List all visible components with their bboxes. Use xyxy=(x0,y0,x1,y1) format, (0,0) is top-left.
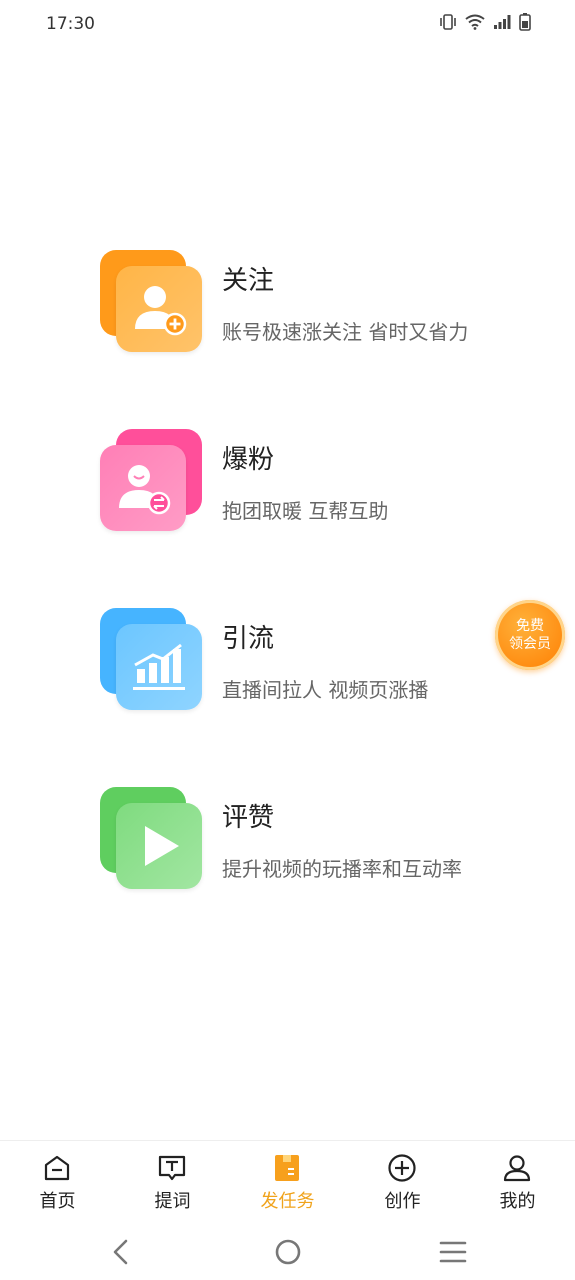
task-title: 关注 xyxy=(222,266,275,296)
tab-label: 首页 xyxy=(39,1191,76,1212)
task-title: 引流 xyxy=(222,624,275,654)
task-description: 提升视频的玩播率和互动率 xyxy=(222,857,462,881)
vibrate-icon xyxy=(440,14,456,30)
teleprompter-icon xyxy=(158,1155,186,1181)
task-description: 直播间拉人 视频页涨播 xyxy=(222,678,429,702)
task-description: 抱团取暖 互帮互助 xyxy=(222,499,389,523)
task-follow[interactable]: 关注 账号极速涨关注 省时又省力 xyxy=(100,250,540,355)
bottom-tab-bar: 首页 提词 发任务 创作 我的 xyxy=(0,1140,575,1225)
user-exchange-icon xyxy=(119,465,171,515)
tab-home[interactable]: 首页 xyxy=(0,1141,115,1225)
play-icon xyxy=(145,826,179,866)
user-plus-icon xyxy=(135,286,187,336)
wifi-icon xyxy=(465,14,485,30)
home-nav-icon[interactable] xyxy=(268,1234,308,1270)
tab-profile[interactable]: 我的 xyxy=(460,1141,575,1225)
vip-badge-line1: 免费 xyxy=(516,618,544,634)
tab-label: 发任务 xyxy=(260,1191,315,1212)
status-bar: 17:30 xyxy=(0,0,575,48)
tab-publish-task[interactable]: 发任务 xyxy=(230,1141,345,1225)
vip-badge-line2: 领会员 xyxy=(509,636,551,652)
back-icon[interactable] xyxy=(102,1234,142,1270)
plus-circle-icon xyxy=(388,1154,416,1182)
tab-teleprompter[interactable]: 提词 xyxy=(115,1141,230,1225)
status-icons xyxy=(439,13,531,31)
fans-task-icon xyxy=(100,429,205,534)
tab-label: 创作 xyxy=(384,1191,421,1212)
profile-icon xyxy=(503,1155,531,1182)
task-title: 爆粉 xyxy=(222,445,275,475)
menu-icon[interactable] xyxy=(433,1234,473,1270)
signal-icon xyxy=(494,15,511,29)
task-fans[interactable]: 爆粉 抱团取暖 互帮互助 xyxy=(100,429,540,534)
chart-growth-icon xyxy=(133,643,185,690)
like-task-icon xyxy=(100,787,205,892)
tab-create[interactable]: 创作 xyxy=(345,1141,460,1225)
task-like[interactable]: 评赞 提升视频的玩播率和互动率 xyxy=(100,787,540,892)
task-description: 账号极速涨关注 省时又省力 xyxy=(222,320,469,344)
follow-task-icon xyxy=(100,250,205,355)
system-nav-bar xyxy=(0,1224,575,1280)
free-vip-badge[interactable]: 免费 领会员 xyxy=(495,600,565,670)
status-time: 17:30 xyxy=(46,14,95,34)
task-title: 评赞 xyxy=(222,803,275,833)
tab-label: 提词 xyxy=(154,1191,191,1212)
task-icon xyxy=(275,1155,299,1181)
traffic-task-icon xyxy=(100,608,205,713)
tab-label: 我的 xyxy=(499,1191,536,1212)
battery-icon xyxy=(519,13,531,31)
task-traffic[interactable]: 引流 直播间拉人 视频页涨播 xyxy=(100,608,540,713)
home-icon xyxy=(44,1155,70,1181)
